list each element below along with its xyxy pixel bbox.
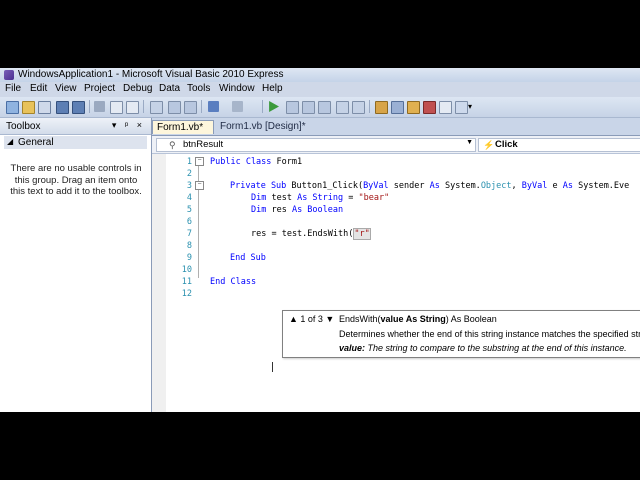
- solution-explorer-icon[interactable]: [375, 101, 388, 114]
- line-number: 2: [186, 169, 192, 179]
- line-number: 1: [186, 157, 192, 167]
- step-out-icon[interactable]: [318, 101, 331, 114]
- object-dropdown-value: btnResult: [183, 139, 224, 150]
- code-line: Dim test As String = "bear": [251, 193, 390, 203]
- menu-view[interactable]: View: [55, 83, 77, 94]
- toolbox-group-label: General: [18, 137, 54, 148]
- menu-data[interactable]: Data: [159, 83, 180, 94]
- parameter-description: value: The string to compare to the subs…: [339, 343, 627, 353]
- comment-icon[interactable]: [168, 101, 181, 114]
- code-line: Private Sub Button1_Click(ByVal sender A…: [230, 181, 630, 191]
- save-all-icon[interactable]: [72, 101, 85, 114]
- object-browser-icon[interactable]: [407, 101, 420, 114]
- outline-line: [198, 158, 199, 278]
- find-icon[interactable]: [150, 101, 163, 114]
- menu-window[interactable]: Window: [219, 83, 255, 94]
- tab-form1-design[interactable]: Form1.vb [Design]*: [216, 120, 306, 134]
- menu-edit[interactable]: Edit: [30, 83, 47, 94]
- line-number: 6: [186, 217, 192, 227]
- error-list-icon[interactable]: [439, 101, 452, 114]
- toolbox-header: Toolbox ▾ ᵖ ×: [0, 118, 151, 135]
- menu-file[interactable]: File: [5, 83, 21, 94]
- menu-help[interactable]: Help: [262, 83, 283, 94]
- cut-icon[interactable]: [94, 101, 105, 112]
- line-number: 4: [186, 193, 192, 203]
- step-over-icon[interactable]: [302, 101, 315, 114]
- open-file-icon[interactable]: [22, 101, 35, 114]
- toolbox-group-general[interactable]: ◢ General: [4, 136, 147, 149]
- save-icon[interactable]: [56, 101, 69, 114]
- method-signature: EndsWith(value As String) As Boolean: [339, 314, 497, 324]
- collapse-icon[interactable]: −: [195, 181, 204, 190]
- paste-icon[interactable]: [126, 101, 139, 114]
- code-line: Dim res As Boolean: [251, 205, 344, 215]
- toolbar-separator: [143, 100, 144, 113]
- code-navigation-bar: ⚲ btnResult ▼ ⚡ Click: [152, 136, 640, 154]
- window-title: WindowsApplication1 - Microsoft Visual B…: [18, 69, 284, 80]
- copy-icon[interactable]: [110, 101, 123, 114]
- redo-icon[interactable]: [232, 101, 243, 112]
- add-item-icon[interactable]: [38, 101, 51, 114]
- method-description: Determines whether the end of this strin…: [339, 329, 640, 339]
- menu-project[interactable]: Project: [84, 83, 115, 94]
- event-dropdown[interactable]: ⚡ Click: [478, 138, 640, 152]
- line-number: 3: [186, 181, 192, 191]
- code-line: res = test.EndsWith("r": [251, 228, 371, 240]
- outdent-icon[interactable]: [352, 101, 365, 114]
- indent-icon[interactable]: [336, 101, 349, 114]
- toolbox-panel: Toolbox ▾ ᵖ × ◢ General There are no usa…: [0, 118, 152, 412]
- line-number: 12: [181, 289, 192, 299]
- toolbox-empty-message: There are no usable controls in this gro…: [10, 163, 142, 197]
- menu-debug[interactable]: Debug: [123, 83, 152, 94]
- step-into-icon[interactable]: [286, 101, 299, 114]
- toolbar-separator: [262, 100, 263, 113]
- toolbar-separator: [89, 100, 90, 113]
- mouse-ibeam-cursor: [272, 362, 273, 372]
- app-icon: [4, 70, 14, 80]
- object-dropdown[interactable]: ⚲ btnResult ▼: [156, 138, 476, 152]
- new-project-icon[interactable]: [6, 101, 19, 114]
- menu-bar: File Edit View Project Debug Data Tools …: [0, 82, 640, 97]
- menu-tools[interactable]: Tools: [187, 83, 210, 94]
- line-number: 10: [181, 265, 192, 275]
- collapse-icon[interactable]: −: [195, 157, 204, 166]
- start-debugging-icon[interactable]: [269, 101, 279, 112]
- line-number: 11: [181, 277, 192, 287]
- toolbar-separator: [369, 100, 370, 113]
- overload-navigator[interactable]: ▲ 1 of 3 ▼: [289, 314, 334, 324]
- line-number: 9: [186, 253, 192, 263]
- code-line: End Class: [210, 277, 257, 287]
- toolbox-window-controls[interactable]: ▾ ᵖ ×: [112, 120, 145, 131]
- code-line: End Sub: [230, 253, 266, 263]
- code-line: Public Class Form1: [210, 157, 303, 167]
- line-number: 7: [186, 229, 192, 239]
- toolbar: ▾: [0, 97, 640, 118]
- lightning-icon: ⚡: [483, 140, 495, 150]
- immediate-window-icon[interactable]: [455, 101, 468, 114]
- indicator-margin: [152, 154, 166, 412]
- collapse-triangle-icon[interactable]: ◢: [7, 137, 13, 146]
- properties-icon[interactable]: [391, 101, 404, 114]
- code-editor[interactable]: − − 1 2 3 4 5 6 7 8 9 10 11 12 Public Cl…: [152, 154, 640, 412]
- title-bar: WindowsApplication1 - Microsoft Visual B…: [0, 68, 640, 82]
- toolbox-title: Toolbox: [6, 121, 41, 132]
- toolbar-separator: [201, 100, 202, 113]
- line-number: 5: [186, 205, 192, 215]
- control-icon: ⚲: [169, 140, 176, 150]
- document-tabs: Form1.vb* Form1.vb [Design]*: [152, 118, 640, 136]
- parameter-info-tooltip: ▲ 1 of 3 ▼ EndsWith(value As String) As …: [282, 310, 640, 358]
- toolbar-overflow-icon[interactable]: ▾: [468, 102, 472, 111]
- tab-form1-code[interactable]: Form1.vb*: [152, 120, 214, 134]
- event-dropdown-value: Click: [495, 139, 518, 150]
- uncomment-icon[interactable]: [184, 101, 197, 114]
- line-number: 8: [186, 241, 192, 251]
- toolbox-icon[interactable]: [423, 101, 436, 114]
- ide-window: WindowsApplication1 - Microsoft Visual B…: [0, 68, 640, 412]
- chevron-down-icon[interactable]: ▼: [466, 139, 473, 146]
- undo-icon[interactable]: [208, 101, 219, 112]
